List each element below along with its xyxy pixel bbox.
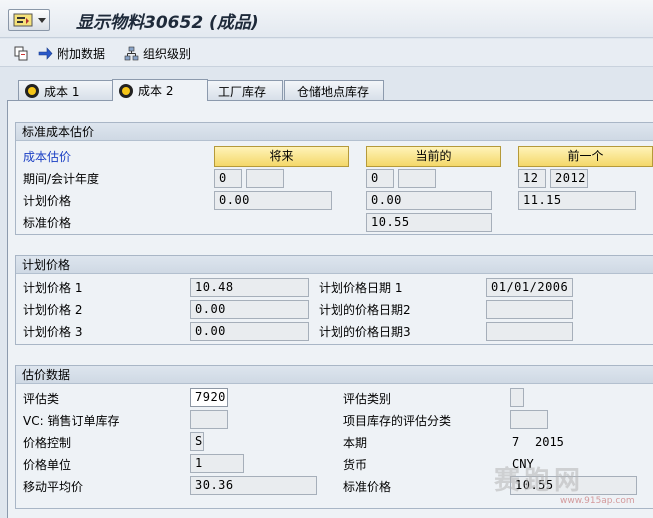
planned-price-2-field: 0.00 (190, 300, 309, 319)
standard-cost-estimate-group: 标准成本估价 成本估价 将来 当前的 前一个 期间/会计年度 0 0 12 20… (15, 122, 653, 235)
moving-average-price-field: 30.36 (190, 476, 317, 495)
current-period-value: 7 (512, 435, 520, 449)
planned-price-3-label: 计划价格 3 (23, 325, 83, 339)
planned-price-date-3-label: 计划的价格日期3 (319, 325, 411, 339)
tab-strip: 成本 1 成本 2 工厂库存 仓储地点库存 (0, 68, 653, 102)
org-hierarchy-icon (124, 46, 139, 60)
standard-price-label: 标准价格 (23, 216, 72, 230)
planned-price-date-2-field (486, 300, 573, 319)
group-header: 估价数据 (16, 366, 653, 384)
current-period-label: 本期 (343, 436, 368, 450)
tab-content-panel: 标准成本估价 成本估价 将来 当前的 前一个 期间/会计年度 0 0 12 20… (7, 100, 653, 518)
tab-storage-location-stock[interactable]: 仓储地点库存 (284, 80, 384, 101)
additional-data-button[interactable]: 附加数据 (38, 45, 105, 61)
title-bar: 显示物料30652 (成品) (0, 0, 653, 38)
planned-price-2-label: 计划价格 2 (23, 303, 83, 317)
arrow-right-icon (38, 46, 53, 60)
copy-icon (14, 46, 28, 60)
planned-price-date-1-field: 01/01/2006 (486, 278, 573, 297)
cost-estimate-icon (25, 84, 41, 98)
planned-price-label: 计划价格 (23, 194, 72, 208)
planned-price-3-field: 0.00 (190, 322, 309, 341)
tab-cost-1[interactable]: 成本 1 (18, 80, 122, 101)
group-header: 标准成本估价 (16, 123, 653, 141)
tab-label: 成本 2 (138, 84, 174, 98)
previous-planned-price-field: 11.15 (518, 191, 636, 210)
tab-cost-2[interactable]: 成本 2 (112, 79, 208, 101)
vc-sales-order-stock-field (190, 410, 228, 429)
future-planned-price-field: 0.00 (214, 191, 332, 210)
system-menu-button[interactable] (8, 9, 50, 31)
previous-year-field: 2012 (550, 169, 588, 188)
future-period-field: 0 (214, 169, 242, 188)
future-year-field (246, 169, 284, 188)
current-planned-price-field: 0.00 (366, 191, 492, 210)
standard-price-label: 标准价格 (343, 480, 392, 494)
previous-period-field: 12 (518, 169, 546, 188)
current-year-value: 2015 (535, 435, 564, 449)
planned-prices-group: 计划价格 计划价格 1 10.48 计划价格日期 1 01/01/2006 计划… (15, 255, 653, 345)
currency-label: 货币 (343, 458, 368, 472)
menu-icon (13, 13, 33, 27)
tab-label: 工厂库存 (218, 84, 267, 99)
page-title: 显示物料30652 (成品) (76, 13, 259, 33)
planned-price-date-1-label: 计划价格日期 1 (319, 281, 403, 295)
application-toolbar: 附加数据 组织级别 (0, 39, 653, 67)
org-levels-button[interactable]: 组织级别 (124, 45, 191, 61)
price-unit-label: 价格单位 (23, 458, 72, 472)
moving-average-price-label: 移动平均价 (23, 480, 84, 494)
current-button[interactable]: 当前的 (366, 146, 501, 167)
planned-price-date-2-label: 计划的价格日期2 (319, 303, 411, 317)
previous-button[interactable]: 前一个 (518, 146, 653, 167)
vc-sales-order-stock-label: VC: 销售订单库存 (23, 414, 120, 428)
org-levels-label: 组织级别 (143, 46, 192, 61)
planned-price-1-field: 10.48 (190, 278, 309, 297)
current-year-field (398, 169, 436, 188)
copy-button[interactable] (14, 45, 29, 61)
additional-data-label: 附加数据 (57, 46, 106, 61)
chevron-down-icon (38, 18, 46, 23)
valuation-category-field (510, 388, 524, 407)
planned-price-date-3-field (486, 322, 573, 341)
tab-label: 仓储地点库存 (297, 84, 370, 99)
current-period-field: 0 (366, 169, 394, 188)
watermark-url: www.915ap.com (560, 496, 635, 506)
planned-price-1-label: 计划价格 1 (23, 281, 83, 295)
valuation-category-label: 评估类别 (343, 392, 392, 406)
future-button[interactable]: 将来 (214, 146, 349, 167)
group-header: 计划价格 (16, 256, 653, 274)
period-fiscal-year-label: 期间/会计年度 (23, 172, 100, 186)
current-standard-price-field: 10.55 (366, 213, 492, 232)
project-stock-valuation-label: 项目库存的评估分类 (343, 414, 452, 428)
cost-estimate-icon (119, 83, 135, 98)
cost-estimate-label: 成本估价 (23, 150, 72, 164)
watermark: 赛跑网 (494, 466, 585, 496)
price-control-label: 价格控制 (23, 436, 72, 450)
valuation-class-field[interactable]: 7920 (190, 388, 228, 407)
valuation-class-label: 评估类 (23, 392, 60, 406)
tab-label: 成本 1 (44, 84, 80, 99)
tab-plant-stock[interactable]: 工厂库存 (207, 80, 283, 101)
price-control-field: S (190, 432, 204, 451)
project-stock-valuation-field (510, 410, 548, 429)
price-unit-field: 1 (190, 454, 244, 473)
